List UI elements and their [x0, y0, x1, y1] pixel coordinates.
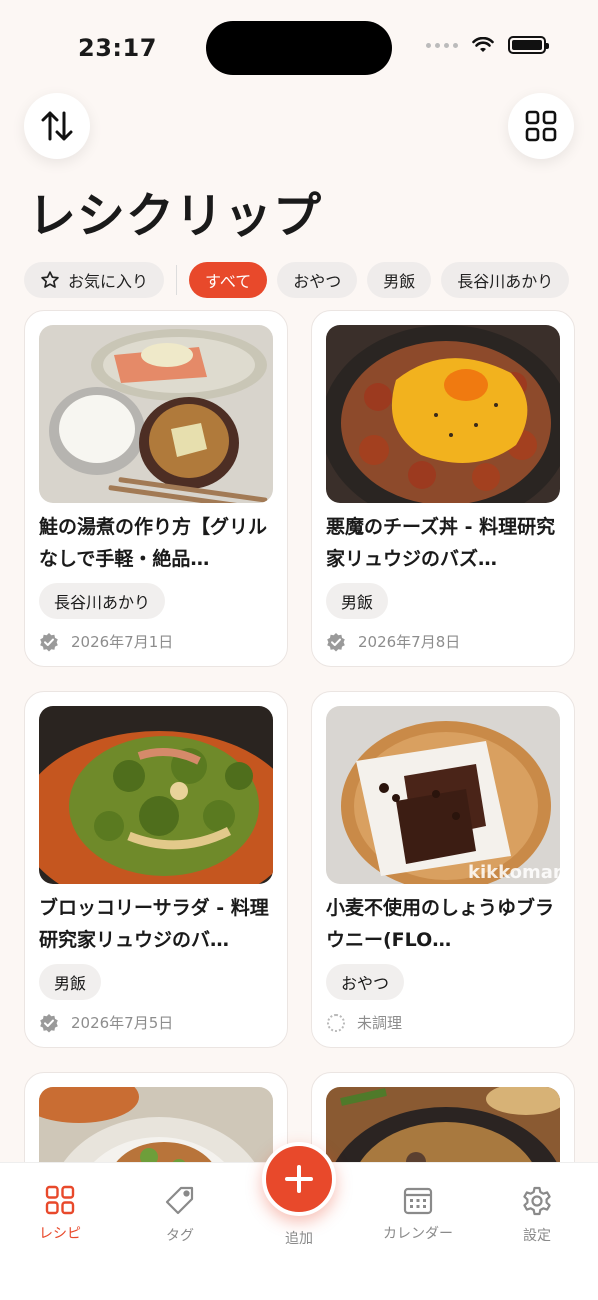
filter-divider	[176, 265, 178, 295]
recipe-status: 未調理	[357, 1014, 403, 1032]
page-title: レシクリップ	[28, 188, 323, 244]
recipe-title: 鮭の湯煮の作り方【グリルなしで手軽・絶品…	[39, 516, 268, 570]
gear-icon	[523, 1186, 551, 1216]
tab-recipes-label: レシピ	[39, 1226, 81, 1242]
filter-chip-mens-meals[interactable]: 男飯	[367, 262, 432, 298]
sort-button[interactable]	[24, 93, 90, 159]
recipe-card[interactable]: 鮭の湯煮の作り方【グリルなしで手軽・絶品… 長谷川あかり 2026年7月1日	[24, 310, 288, 667]
recipe-title: 小麦不使用のしょうゆブラウニー(FLO…	[326, 897, 555, 951]
tag-icon	[165, 1186, 194, 1215]
layout-toggle-button[interactable]	[508, 93, 574, 159]
recipe-title: ブロッコリーサラダ - 料理研究家リュウジのバ…	[39, 897, 269, 951]
filter-chips: お気に入り すべて おやつ 男飯 長谷川あかり	[24, 262, 570, 298]
cooked-check-icon	[327, 632, 345, 651]
status-icons	[426, 36, 549, 54]
grid-icon	[45, 1185, 75, 1215]
recipe-card[interactable]: ブロッコリーサラダ - 料理研究家リュウジのバ… 男飯 2026年7月5日	[24, 691, 288, 1048]
dynamic-island	[206, 21, 392, 75]
battery-icon	[508, 36, 549, 54]
tab-calendar-label: カレンダー	[383, 1226, 453, 1242]
filter-chip-hasegawa-akari[interactable]: 長谷川あかり	[441, 262, 570, 298]
sort-icon	[41, 111, 73, 141]
tab-settings[interactable]: 設定	[492, 1185, 582, 1245]
favorites-filter-chip[interactable]: お気に入り	[24, 262, 165, 298]
recipe-meta: 2026年7月8日	[326, 631, 460, 652]
recipe-date: 2026年7月5日	[71, 1014, 174, 1032]
calendar-icon	[403, 1187, 433, 1215]
add-label: 追加	[285, 1231, 313, 1247]
tab-calendar[interactable]: カレンダー	[373, 1185, 463, 1243]
recipe-title: 悪魔のチーズ丼 - 料理研究家リュウジのバズ…	[326, 516, 556, 570]
cooked-check-icon	[40, 632, 58, 651]
favorites-label: お気に入り	[68, 272, 149, 291]
tab-tags[interactable]: タグ	[135, 1185, 225, 1245]
recipe-card[interactable]: kikkoman 小麦不使用のしょうゆブラウニー(FLO… おやつ 未調理	[311, 691, 575, 1048]
recipe-image	[39, 325, 273, 503]
recipe-meta: 2026年7月1日	[39, 631, 173, 652]
recipe-date: 2026年7月1日	[71, 633, 174, 651]
recipe-image	[39, 706, 273, 884]
status-bar: 23:17	[0, 0, 598, 92]
recipe-tag[interactable]: 長谷川あかり	[39, 583, 166, 619]
tab-tags-label: タグ	[166, 1228, 194, 1244]
recipe-tag[interactable]: おやつ	[326, 964, 405, 1000]
filter-chip-snacks[interactable]: おやつ	[277, 262, 358, 298]
filter-chip-all[interactable]: すべて	[189, 262, 268, 298]
status-time: 23:17	[78, 34, 157, 62]
plus-icon	[285, 1165, 313, 1193]
not-cooked-icon	[327, 1013, 345, 1032]
recipe-card[interactable]: 悪魔のチーズ丼 - 料理研究家リュウジのバズ… 男飯 2026年7月8日	[311, 310, 575, 667]
signal-icon	[426, 42, 458, 48]
recipe-image: kikkoman	[326, 706, 560, 884]
recipe-tag[interactable]: 男飯	[326, 583, 389, 619]
star-icon	[41, 271, 59, 288]
recipe-meta: 未調理	[326, 1012, 402, 1033]
tab-settings-label: 設定	[523, 1228, 551, 1244]
grid-icon	[525, 110, 557, 142]
wifi-icon	[472, 37, 494, 52]
add-recipe-button[interactable]	[262, 1142, 336, 1216]
cooked-check-icon	[40, 1013, 58, 1032]
recipe-tag[interactable]: 男飯	[39, 964, 102, 1000]
recipe-meta: 2026年7月5日	[39, 1012, 173, 1033]
recipe-date: 2026年7月8日	[358, 633, 461, 651]
image-watermark: kikkoman	[468, 862, 560, 883]
recipe-image	[326, 325, 560, 503]
tab-recipes[interactable]: レシピ	[15, 1185, 105, 1243]
